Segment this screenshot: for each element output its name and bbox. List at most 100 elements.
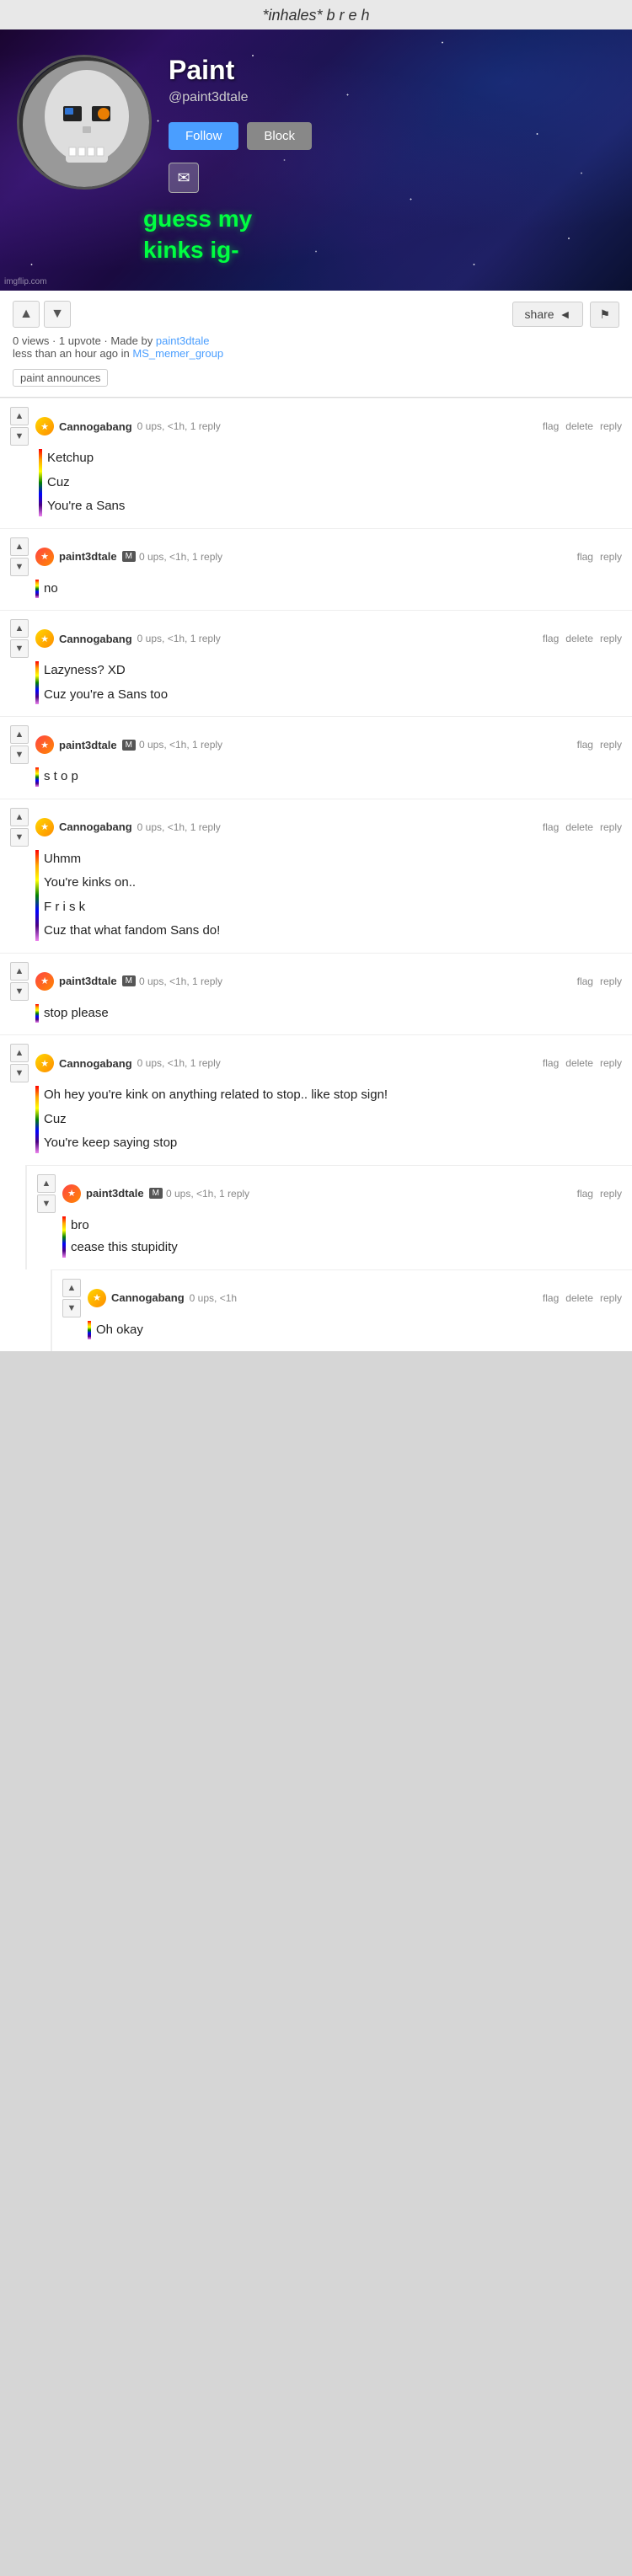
comment-text: You're keep saying stop xyxy=(44,1134,622,1153)
comment-upvote[interactable]: ▲ xyxy=(10,808,29,826)
follow-button[interactable]: Follow xyxy=(169,122,238,150)
comment-user-icon: ★ xyxy=(35,417,54,436)
flag-link[interactable]: flag xyxy=(543,633,559,644)
comment-text: stop please xyxy=(44,1004,622,1023)
comment-text: Lazyness? XD xyxy=(44,661,622,681)
block-button[interactable]: Block xyxy=(247,122,312,150)
comment-text: Oh okay xyxy=(96,1321,622,1340)
comment-downvote[interactable]: ▼ xyxy=(10,427,29,446)
flag-link[interactable]: flag xyxy=(577,1188,593,1200)
share-button[interactable]: share ◄ xyxy=(512,302,584,327)
comment-meta: 0 ups, <1h, 1 reply xyxy=(137,633,543,644)
comment-badge: M xyxy=(149,1188,163,1199)
flag-link[interactable]: flag xyxy=(543,1292,559,1304)
comment-text: Oh hey you're kink on anything related t… xyxy=(44,1086,622,1105)
comment-upvote[interactable]: ▲ xyxy=(10,1044,29,1062)
comment-downvote[interactable]: ▼ xyxy=(62,1299,81,1317)
post-tag[interactable]: paint announces xyxy=(13,369,108,387)
comment-username: paint3dtale xyxy=(59,739,117,751)
reply-link[interactable]: reply xyxy=(600,633,622,644)
comment-badge: M xyxy=(122,975,136,986)
comment-username: Cannogabang xyxy=(59,633,132,645)
comment-upvote[interactable]: ▲ xyxy=(62,1279,81,1297)
comment-downvote[interactable]: ▼ xyxy=(10,558,29,576)
comment-upvote[interactable]: ▲ xyxy=(10,962,29,981)
upvote-button[interactable]: ▲ xyxy=(13,301,40,328)
comment-meta: 0 ups, <1h, 1 reply xyxy=(137,1057,543,1069)
comment-text: You're a Sans xyxy=(47,497,622,516)
comment-user-icon: ★ xyxy=(35,735,54,754)
comment-user-icon: ★ xyxy=(35,548,54,566)
comment-upvote[interactable]: ▲ xyxy=(10,407,29,425)
comment-block: ▲ ▼ ★ Cannogabang 0 ups, <1h, 1 reply fl… xyxy=(0,1034,632,1165)
comment-block: ▲ ▼ ★ paint3dtale M 0 ups, <1h, 1 reply … xyxy=(0,953,632,1035)
comment-block: ▲ ▼ ★ paint3dtale M 0 ups, <1h, 1 reply … xyxy=(0,528,632,611)
comment-upvote[interactable]: ▲ xyxy=(37,1174,56,1193)
comment-text: cease this stupidity xyxy=(71,1238,622,1258)
profile-banner: Paint @paint3dtale Follow Block ✉ guess … xyxy=(0,29,632,291)
message-button[interactable]: ✉ xyxy=(169,163,199,193)
comment-downvote[interactable]: ▼ xyxy=(37,1194,56,1213)
comment-text: Cuz you're a Sans too xyxy=(44,686,622,705)
reply-link[interactable]: reply xyxy=(600,739,622,751)
post-author-link[interactable]: paint3dtale xyxy=(156,334,210,347)
comment-downvote[interactable]: ▼ xyxy=(10,982,29,1001)
comment-user-icon: ★ xyxy=(35,818,54,836)
flag-button[interactable]: ⚑ xyxy=(590,302,619,328)
flag-link[interactable]: flag xyxy=(543,420,559,432)
post-area: ▲ ▼ share ◄ ⚑ 0 views · 1 upvote · Made … xyxy=(0,291,632,398)
comment-downvote[interactable]: ▼ xyxy=(10,639,29,658)
comment-user-icon: ★ xyxy=(62,1184,81,1203)
comment-text: F r i s k xyxy=(44,898,622,917)
comment-text: Cuz xyxy=(44,1110,622,1130)
comment-downvote[interactable]: ▼ xyxy=(10,746,29,764)
delete-link[interactable]: delete xyxy=(565,633,593,644)
reply-link[interactable]: reply xyxy=(600,821,622,833)
comment-meta: 0 ups, <1h, 1 reply xyxy=(166,1188,577,1200)
comment-meta: 0 ups, <1h xyxy=(190,1292,543,1304)
comment-meta: 0 ups, <1h, 1 reply xyxy=(139,975,577,987)
reply-link[interactable]: reply xyxy=(600,551,622,563)
post-group-link[interactable]: MS_memer_group xyxy=(132,347,223,360)
reply-link[interactable]: reply xyxy=(600,420,622,432)
delete-link[interactable]: delete xyxy=(565,1292,593,1304)
flag-link[interactable]: flag xyxy=(577,739,593,751)
flag-link[interactable]: flag xyxy=(543,821,559,833)
comment-meta: 0 ups, <1h, 1 reply xyxy=(139,551,577,563)
reply-link[interactable]: reply xyxy=(600,1292,622,1304)
comment-block: ▲ ▼ ★ Cannogabang 0 ups, <1h flag delete… xyxy=(51,1269,632,1352)
share-label: share xyxy=(525,307,554,321)
comment-upvote[interactable]: ▲ xyxy=(10,619,29,638)
comment-badge: M xyxy=(122,551,136,562)
reply-link[interactable]: reply xyxy=(600,1057,622,1069)
comment-username: Cannogabang xyxy=(59,820,132,833)
top-text: *inhales* b r e h xyxy=(0,0,632,29)
flag-link[interactable]: flag xyxy=(577,551,593,563)
comment-downvote[interactable]: ▼ xyxy=(10,828,29,847)
flag-link[interactable]: flag xyxy=(543,1057,559,1069)
profile-name: Paint xyxy=(169,55,615,86)
comment-username: Cannogabang xyxy=(111,1291,185,1304)
comment-upvote[interactable]: ▲ xyxy=(10,537,29,556)
downvote-button[interactable]: ▼ xyxy=(44,301,71,328)
delete-link[interactable]: delete xyxy=(565,1057,593,1069)
delete-link[interactable]: delete xyxy=(565,821,593,833)
flag-icon: ⚑ xyxy=(599,307,610,321)
comment-username: paint3dtale xyxy=(59,550,117,563)
comment-meta: 0 ups, <1h, 1 reply xyxy=(137,821,543,833)
reply-link[interactable]: reply xyxy=(600,975,622,987)
comment-username: Cannogabang xyxy=(59,420,132,433)
post-meta: 0 views · 1 upvote · Made by paint3dtale… xyxy=(13,334,619,360)
comment-user-icon: ★ xyxy=(88,1289,106,1307)
delete-link[interactable]: delete xyxy=(565,420,593,432)
flag-link[interactable]: flag xyxy=(577,975,593,987)
comment-text: Ketchup xyxy=(47,449,622,468)
reply-link[interactable]: reply xyxy=(600,1188,622,1200)
comment-user-icon: ★ xyxy=(35,1054,54,1072)
imgflip-credit: imgflip.com xyxy=(4,277,47,286)
comment-username: Cannogabang xyxy=(59,1057,132,1070)
comment-upvote[interactable]: ▲ xyxy=(10,725,29,744)
comment-downvote[interactable]: ▼ xyxy=(10,1064,29,1082)
comments-section: ▲ ▼ ★ Cannogabang 0 ups, <1h, 1 reply fl… xyxy=(0,398,632,1351)
comment-block: ▲ ▼ ★ Cannogabang 0 ups, <1h, 1 reply fl… xyxy=(0,398,632,528)
